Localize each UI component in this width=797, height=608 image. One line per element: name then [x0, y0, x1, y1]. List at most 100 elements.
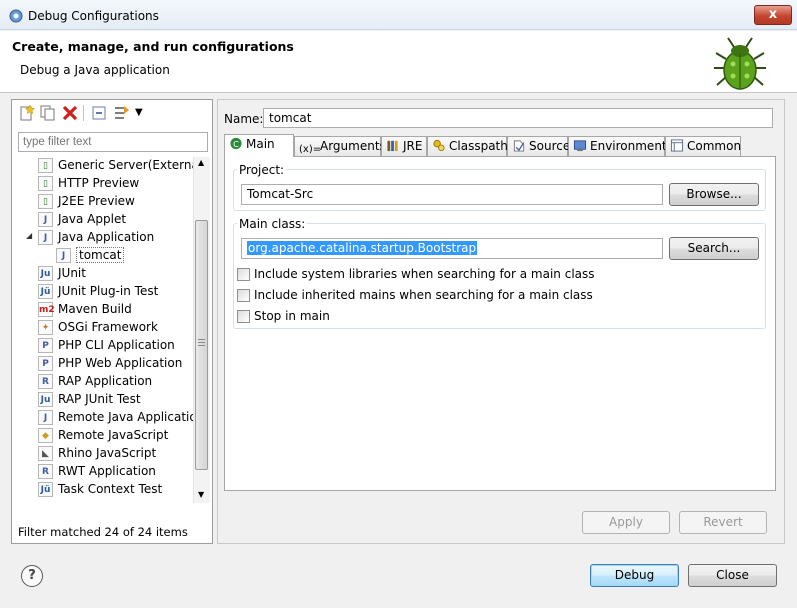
view-menu-icon[interactable]: ▼	[135, 104, 153, 122]
debug-button[interactable]: Debug	[590, 564, 679, 587]
project-label: Project:	[237, 163, 287, 177]
title-bar: Debug Configurations x	[0, 0, 797, 30]
tree-item-label: Remote JavaScript	[58, 428, 169, 442]
tree-item-label: Rhino JavaScript	[58, 446, 157, 460]
configuration-tree: ▯ Generic Server(External La ▯ HTTP Preview…	[14, 157, 202, 507]
tree-item-label: RWT Application	[58, 464, 156, 478]
rhino-icon: ◣	[38, 446, 53, 461]
search-button[interactable]: Search...	[669, 237, 759, 260]
tab-arguments[interactable]: (x)=Arguments	[294, 136, 386, 156]
browse-button[interactable]: Browse...	[669, 183, 759, 206]
main-tab-panel: Project: Tomcat-Src Browse... Main class…	[224, 156, 776, 491]
filter-input[interactable]	[18, 132, 208, 152]
common-tab-icon	[670, 139, 684, 152]
source-tab-icon	[513, 140, 525, 152]
maven-icon: m2	[38, 302, 55, 317]
remote-js-icon: ◆	[38, 428, 53, 443]
tab-main[interactable]: C Main	[224, 134, 294, 157]
tree-item-label: HTTP Preview	[58, 176, 140, 190]
junit-icon: Ju	[38, 266, 53, 281]
project-input[interactable]: Tomcat-Src	[241, 184, 663, 205]
remote-java-icon: J	[38, 410, 53, 425]
left-toolbar: ▼	[15, 104, 205, 124]
tab-main-label: Main	[246, 137, 275, 151]
tree-item-label: Java Application	[58, 230, 155, 244]
tree-item-label: J2EE Preview	[58, 194, 135, 208]
debug-configurations-icon	[9, 9, 23, 23]
filter-icon[interactable]	[113, 104, 131, 122]
tree-item-label: RAP Application	[58, 374, 153, 388]
expand-arrow-icon[interactable]: ◢	[26, 231, 32, 240]
tab-jre[interactable]: JRE	[381, 136, 427, 156]
tree-item-label: tomcat	[76, 247, 125, 263]
checkbox-label: Include system libraries when searching …	[254, 267, 595, 281]
name-label: Name:	[224, 112, 264, 126]
tab-arguments-label: Arguments	[320, 139, 386, 153]
tree-item-label: PHP CLI Application	[58, 338, 175, 352]
server-icon: ▯	[38, 158, 53, 173]
tab-common-label: Common	[687, 139, 742, 153]
tree-item-label: PHP Web Application	[58, 356, 183, 370]
server-icon: ▯	[38, 176, 53, 191]
duplicate-icon[interactable]	[39, 104, 57, 122]
classpath-tab-icon	[433, 139, 445, 152]
delete-icon[interactable]	[61, 104, 79, 122]
tab-environment-label: Environment	[590, 139, 667, 153]
revert-button[interactable]: Revert	[679, 511, 767, 534]
php-web-icon: P	[38, 356, 53, 371]
tab-bar: C Main (x)=Arguments JRE Classpath Source…	[224, 134, 776, 157]
window-close-button[interactable]: x	[754, 5, 792, 25]
scroll-down-arrow-icon[interactable]: ▼	[198, 490, 204, 499]
main-class-input[interactable]: org.apache.catalina.startup.Bootstrap	[241, 238, 663, 259]
applet-icon: J	[38, 212, 53, 227]
checkbox-label: Include inherited mains when searching f…	[254, 288, 593, 302]
name-input[interactable]: tomcat	[263, 108, 773, 128]
tree-item-label: Maven Build	[58, 302, 132, 316]
checkbox-label: Stop in main	[254, 309, 330, 323]
filter-status: Filter matched 24 of 24 items	[18, 525, 188, 539]
configuration-editor: Name: tomcat C Main (x)=Arguments JRE Cla…	[217, 99, 785, 544]
header-title: Create, manage, and run configurations	[12, 39, 294, 54]
php-cli-icon: P	[38, 338, 53, 353]
close-button[interactable]: Close	[688, 564, 777, 587]
tree-item-label: Task Context Test	[58, 482, 163, 496]
help-icon[interactable]: ?	[21, 565, 43, 587]
tree-scrollbar-thumb[interactable]	[195, 220, 208, 470]
tab-jre-label: JRE	[403, 139, 423, 153]
tab-classpath[interactable]: Classpath	[427, 136, 508, 156]
checkbox-box[interactable]	[237, 310, 250, 323]
checkbox-box[interactable]	[237, 268, 250, 281]
configuration-tree-pane: ▼ ▯ Generic Server(External La ▯ HTTP Previ…	[11, 99, 213, 544]
junit-plugin-icon: Jü	[38, 284, 53, 299]
scroll-up-arrow-icon[interactable]: ▲	[198, 158, 204, 167]
environment-tab-icon	[573, 140, 587, 152]
main-class-value: org.apache.catalina.startup.Bootstrap	[247, 241, 478, 255]
tree-item-label: Remote Java Application	[58, 410, 202, 424]
tree-item-label: OSGi Framework	[58, 320, 158, 334]
debug-bug-icon	[714, 37, 766, 90]
tree-item-label: RAP JUnit Test	[58, 392, 141, 406]
tree-item-label: JUnit	[58, 266, 86, 280]
collapse-all-icon[interactable]	[91, 104, 109, 122]
svg-text:C: C	[233, 139, 239, 149]
rap-junit-icon: Ju	[38, 392, 53, 407]
java-launch-icon: J	[56, 248, 71, 263]
tab-environment[interactable]: Environment	[568, 136, 667, 156]
checkbox-box[interactable]	[237, 289, 250, 302]
server-icon: ▯	[38, 194, 53, 209]
tab-common[interactable]: Common	[665, 136, 741, 156]
jre-tab-icon	[387, 140, 398, 152]
new-config-icon[interactable]	[18, 104, 36, 122]
tab-source-label: Source	[529, 139, 571, 153]
rap-icon: R	[38, 374, 53, 389]
main-tab-icon: C	[230, 137, 242, 150]
tab-source[interactable]: Source	[507, 136, 571, 156]
tree-item-label: Java Applet	[58, 212, 127, 226]
dialog-header: Create, manage, and run configurations D…	[0, 31, 797, 93]
main-class-label: Main class:	[237, 217, 308, 231]
tree-item-label: JUnit Plug-in Test	[58, 284, 159, 298]
tree-item-label: Generic Server(External La	[58, 158, 202, 172]
apply-button[interactable]: Apply	[582, 511, 670, 534]
header-subtitle: Debug a Java application	[20, 63, 170, 77]
task-context-icon: Jü	[38, 482, 53, 497]
